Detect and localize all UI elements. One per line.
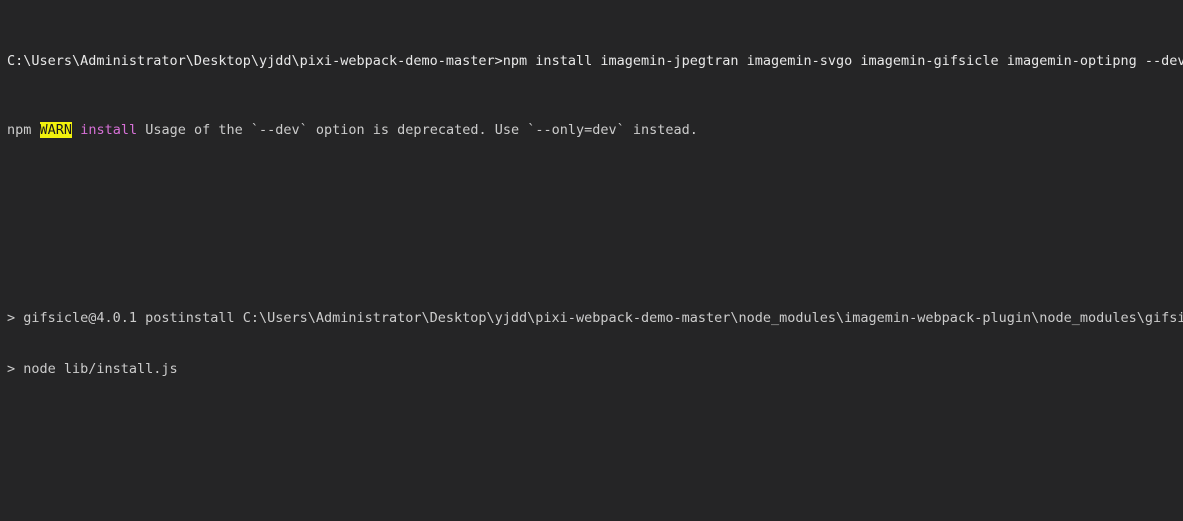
prompt-command: npm install imagemin-jpegtran imagemin-s… (502, 53, 1183, 70)
terminal-line-warn-install: npm WARN install Usage of the `--dev` op… (0, 121, 1183, 139)
warn-keyword-install: install (80, 121, 138, 138)
terminal-line-postinstall-header: > gifsicle@4.0.1 postinstall C:\Users\Ad… (0, 310, 1183, 327)
postinstall-cmd-text: > node lib/install.js (7, 360, 178, 377)
npm-label: npm (7, 121, 32, 138)
terminal-line-postinstall-cmd: > node lib/install.js (0, 361, 1183, 378)
postinstall-header-text: > gifsicle@4.0.1 postinstall C:\Users\Ad… (7, 309, 1183, 326)
terminal-output-pane[interactable]: C:\Users\Administrator\Desktop\yjdd\pixi… (0, 0, 1183, 521)
warn-install-message: Usage of the `--dev` option is deprecate… (137, 121, 698, 138)
terminal-line-prompt: C:\Users\Administrator\Desktop\yjdd\pixi… (0, 53, 1183, 70)
prompt-path: C:\Users\Administrator\Desktop\yjdd\pixi… (7, 53, 503, 70)
warn-badge: WARN (39, 121, 73, 138)
